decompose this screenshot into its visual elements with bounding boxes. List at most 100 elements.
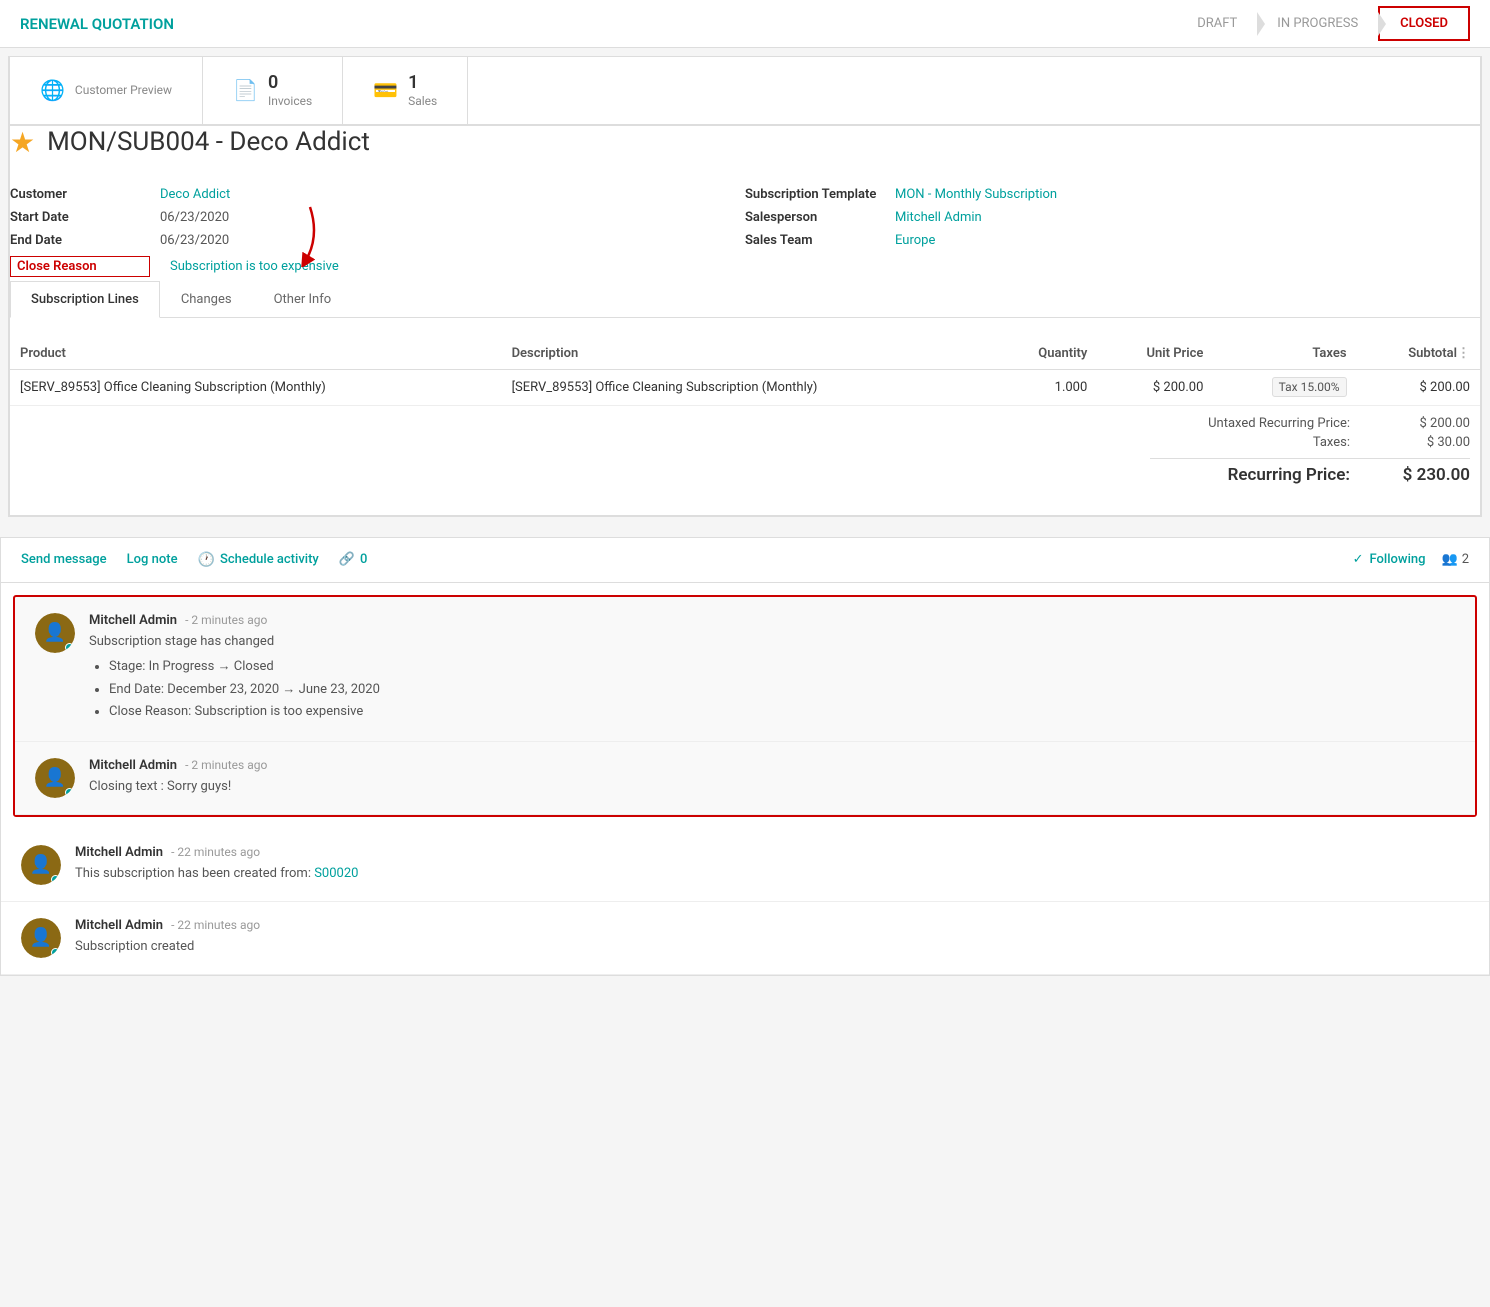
message-item: 👤 Mitchell Admin - 22 minutes ago Subscr… <box>1 902 1489 975</box>
unit-price-cell: $ 200.00 <box>1097 369 1213 405</box>
log-note-button[interactable]: Log note <box>127 552 178 567</box>
table-header-cell: Description <box>502 338 994 370</box>
table-header-cell: Taxes <box>1213 338 1356 370</box>
avatar: 👤 <box>21 918 61 958</box>
status-step-in-progress[interactable]: IN PROGRESS <box>1257 8 1378 39</box>
follower-count[interactable]: 👥 2 <box>1442 552 1470 567</box>
avatar: 👤 <box>21 845 61 885</box>
smart-btn-icon: 📄 <box>233 78 258 102</box>
product-cell: [SERV_89553] Office Cleaning Subscriptio… <box>10 369 502 405</box>
message-text: This subscription has been created from:… <box>75 864 1469 884</box>
status-step-closed[interactable]: CLOSED <box>1378 6 1470 41</box>
subscription-lines-tab-content: ProductDescriptionQuantityUnit PriceTaxe… <box>10 318 1480 515</box>
message-time: - 2 minutes ago <box>185 758 267 772</box>
table-header-cell: Quantity <box>993 338 1097 370</box>
table-header-cell: Product <box>10 338 502 370</box>
tab-changes[interactable]: Changes <box>160 281 253 318</box>
untaxed-row: Untaxed Recurring Price: $ 200.00 <box>1150 416 1470 431</box>
field-row: End Date 06/23/2020 <box>10 229 745 252</box>
untaxed-value: $ 200.00 <box>1390 416 1470 431</box>
untaxed-label: Untaxed Recurring Price: <box>1150 416 1350 431</box>
message-time: - 22 minutes ago <box>171 918 260 932</box>
recurring-label: Recurring Price: <box>1150 465 1350 485</box>
paperclip-icon: 🔗 <box>339 552 355 567</box>
smart-btn-icon: 🌐 <box>40 78 65 102</box>
subtotal-cell: $ 200.00 <box>1357 369 1480 405</box>
status-step-draft[interactable]: DRAFT <box>1177 8 1257 39</box>
taxes-value: $ 30.00 <box>1390 435 1470 450</box>
following-button[interactable]: ✓ Following <box>1353 552 1426 567</box>
avatar: 👤 <box>35 613 75 653</box>
attachment-button[interactable]: 🔗 0 <box>339 552 368 567</box>
field-row: Start Date 06/23/2020 <box>10 206 745 229</box>
message-body: Mitchell Admin - 22 minutes ago This sub… <box>75 845 1469 885</box>
field-label: Subscription Template <box>745 187 885 202</box>
table-row: [SERV_89553] Office Cleaning Subscriptio… <box>10 369 1480 405</box>
quantity-cell: 1.000 <box>993 369 1097 405</box>
description-cell: [SERV_89553] Office Cleaning Subscriptio… <box>502 369 994 405</box>
message-author: Mitchell Admin <box>75 918 163 933</box>
message-author: Mitchell Admin <box>75 845 163 860</box>
page-title: RENEWAL QUOTATION <box>20 15 174 33</box>
star-icon[interactable]: ★ <box>10 126 35 159</box>
taxes-row: Taxes: $ 30.00 <box>1150 435 1470 450</box>
table-menu-icon[interactable]: ⋮ <box>1457 346 1470 361</box>
field-row: Customer Deco Addict <box>10 183 745 206</box>
form-section: ★ MON/SUB004 - Deco Addict Customer Deco… <box>9 125 1481 516</box>
taxes-label: Taxes: <box>1150 435 1350 450</box>
chatter-actions: Send message Log note 🕐 Schedule activit… <box>21 552 367 568</box>
tab-other-info[interactable]: Other Info <box>253 281 353 318</box>
message-body: Mitchell Admin - 22 minutes ago Subscrip… <box>75 918 1469 958</box>
message-text: Subscription stage has changed Stage: In… <box>89 632 1455 722</box>
close-reason-value[interactable]: Subscription is too expensive <box>170 259 339 274</box>
online-dot <box>51 948 60 957</box>
field-label: Salesperson <box>745 210 885 225</box>
invoices-button[interactable]: 📄 0 Invoices <box>203 57 343 124</box>
field-row: Salesperson Mitchell Admin <box>745 206 1480 229</box>
tab-subscription-lines[interactable]: Subscription Lines <box>10 281 160 318</box>
right-fields: Subscription Template MON - Monthly Subs… <box>745 183 1480 281</box>
left-fields: Customer Deco Addict Start Date 06/23/20… <box>10 183 745 281</box>
table-header-cell: Subtotal ⋮ <box>1357 338 1480 370</box>
record-title: MON/SUB004 - Deco Addict <box>47 127 370 157</box>
message-author: Mitchell Admin <box>89 613 177 628</box>
checkmark-icon: ✓ <box>1353 552 1364 567</box>
table-header-cell: Unit Price <box>1097 338 1213 370</box>
people-icon: 👥 <box>1442 552 1458 567</box>
recurring-row: Recurring Price: $ 230.00 <box>1150 458 1470 485</box>
field-label: End Date <box>10 233 150 248</box>
table-header: ProductDescriptionQuantityUnit PriceTaxe… <box>10 338 1480 370</box>
message-link[interactable]: S00020 <box>314 866 358 881</box>
field-label: Start Date <box>10 210 150 225</box>
subscription-table: ProductDescriptionQuantityUnit PriceTaxe… <box>10 338 1480 406</box>
online-dot <box>65 643 74 652</box>
smart-buttons-row: 🌐 Customer Preview 📄 0 Invoices 💳 1 Sale… <box>9 57 1481 125</box>
clock-icon: 🕐 <box>198 552 215 568</box>
field-value[interactable]: MON - Monthly Subscription <box>895 187 1057 202</box>
field-value[interactable]: Deco Addict <box>160 187 230 202</box>
field-row: Sales Team Europe <box>745 229 1480 252</box>
taxes-cell: Tax 15.00% <box>1213 369 1356 405</box>
chatter-toolbar: Send message Log note 🕐 Schedule activit… <box>1 538 1489 583</box>
fields-grid: Customer Deco Addict Start Date 06/23/20… <box>10 183 1480 281</box>
message-text: Subscription created <box>75 937 1469 957</box>
message-item: 👤 Mitchell Admin - 2 minutes ago Subscri… <box>15 597 1475 742</box>
table-body: [SERV_89553] Office Cleaning Subscriptio… <box>10 369 1480 405</box>
message-item: 👤 Mitchell Admin - 2 minutes ago Closing… <box>15 742 1475 815</box>
send-message-button[interactable]: Send message <box>21 552 107 567</box>
smart-btn-icon: 💳 <box>373 78 398 102</box>
field-value[interactable]: Europe <box>895 233 935 248</box>
record-title-row: ★ MON/SUB004 - Deco Addict <box>10 126 1480 159</box>
message-text: Closing text : Sorry guys! <box>89 777 1455 797</box>
online-dot <box>65 788 74 797</box>
field-value[interactable]: Mitchell Admin <box>895 210 982 225</box>
message-author: Mitchell Admin <box>89 758 177 773</box>
message-body: Mitchell Admin - 2 minutes ago Subscript… <box>89 613 1455 725</box>
customer-preview-button[interactable]: 🌐 Customer Preview <box>10 57 203 124</box>
highlighted-messages-group: 👤 Mitchell Admin - 2 minutes ago Subscri… <box>13 595 1477 817</box>
sales-button[interactable]: 💳 1 Sales <box>343 57 468 124</box>
avatar: 👤 <box>35 758 75 798</box>
schedule-activity-button[interactable]: 🕐 Schedule activity <box>198 552 319 568</box>
field-label: Customer <box>10 187 150 202</box>
field-label: Sales Team <box>745 233 885 248</box>
